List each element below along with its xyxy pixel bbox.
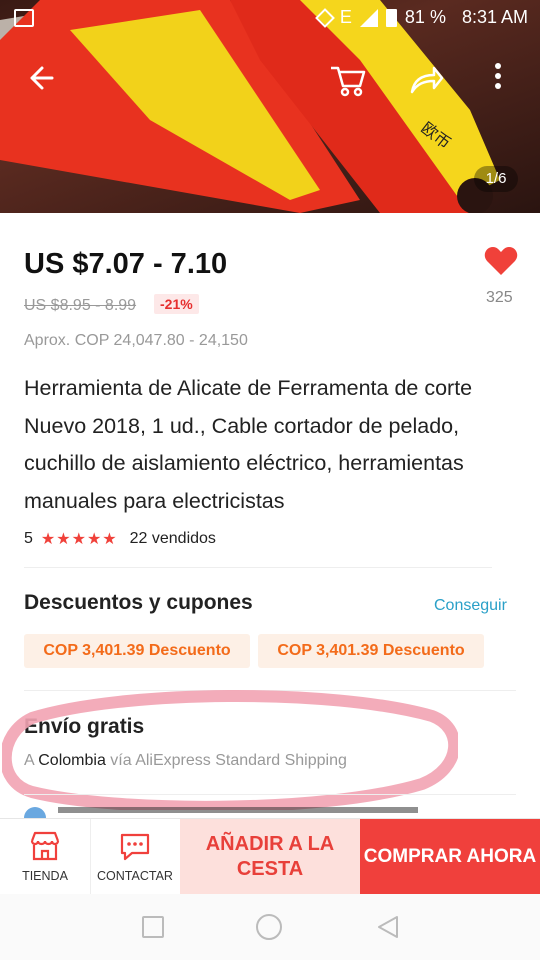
store-icon bbox=[30, 831, 60, 861]
chat-icon bbox=[120, 833, 150, 861]
contact-button[interactable]: CONTACTAR bbox=[90, 819, 180, 895]
add-to-cart-label: AÑADIR A LA CESTA bbox=[205, 833, 335, 880]
hand-drawn-highlight-circle bbox=[2, 689, 458, 810]
signal-icon bbox=[359, 8, 378, 27]
home-icon[interactable] bbox=[256, 914, 282, 940]
bottom-action-bar: TIENDA CONTACTAR AÑADIR A LA CESTA COMPR… bbox=[0, 818, 540, 895]
gallery-notification-icon bbox=[14, 9, 34, 27]
divider bbox=[24, 794, 516, 795]
share-icon[interactable] bbox=[408, 62, 444, 98]
store-label: TIENDA bbox=[22, 869, 68, 883]
wishlist-heart-icon[interactable] bbox=[484, 246, 518, 276]
cart-icon[interactable] bbox=[328, 62, 368, 98]
battery-percent: 81 % bbox=[404, 7, 446, 27]
product-image-carousel[interactable]: 欧币 E 81 % 8:31 AM 1/6 bbox=[0, 0, 540, 213]
vpn-diamond-icon bbox=[315, 7, 335, 28]
battery-icon bbox=[385, 8, 397, 27]
price: US $7.07 - 7.10 bbox=[24, 248, 228, 280]
discount-badge: -21% bbox=[154, 294, 199, 314]
divider bbox=[24, 567, 492, 568]
original-price: US $8.95 - 8.99 bbox=[24, 297, 137, 314]
coupon-chip[interactable]: COP 3,401.39 Descuento bbox=[258, 634, 484, 668]
get-coupons-link[interactable]: Conseguir bbox=[434, 597, 507, 615]
partially-hidden-row bbox=[24, 805, 524, 819]
back-triangle-icon[interactable] bbox=[376, 914, 400, 940]
clock: 8:31 AM bbox=[461, 7, 528, 27]
image-pager-indicator: 1/6 bbox=[474, 166, 518, 192]
status-bar: E 81 % 8:31 AM bbox=[0, 0, 540, 36]
recent-apps-icon[interactable] bbox=[142, 916, 164, 938]
add-to-cart-button[interactable]: AÑADIR A LA CESTA bbox=[180, 819, 360, 895]
star-rating-icon: ★★★★★ bbox=[40, 531, 118, 548]
system-navigation-bar bbox=[0, 894, 540, 960]
sold-count: 22 vendidos bbox=[129, 530, 216, 547]
product-title: Herramienta de Alicate de Ferramenta de … bbox=[24, 376, 473, 513]
top-app-bar bbox=[0, 56, 540, 100]
rating-row[interactable]: 5 ★★★★★ 22 vendidos bbox=[24, 529, 216, 549]
contact-label: CONTACTAR bbox=[97, 869, 173, 883]
discounts-title: Descuentos y cupones bbox=[24, 591, 253, 614]
buy-now-button[interactable]: COMPRAR AHORA bbox=[360, 819, 540, 895]
approx-local-price: Aprox. COP 24,047.80 - 24,150 bbox=[24, 332, 248, 349]
store-button[interactable]: TIENDA bbox=[0, 819, 91, 895]
coupon-chip[interactable]: COP 3,401.39 Descuento bbox=[24, 634, 250, 668]
wishlist-count: 325 bbox=[486, 289, 513, 306]
rating-value: 5 bbox=[24, 530, 33, 547]
network-type: E bbox=[339, 7, 352, 27]
